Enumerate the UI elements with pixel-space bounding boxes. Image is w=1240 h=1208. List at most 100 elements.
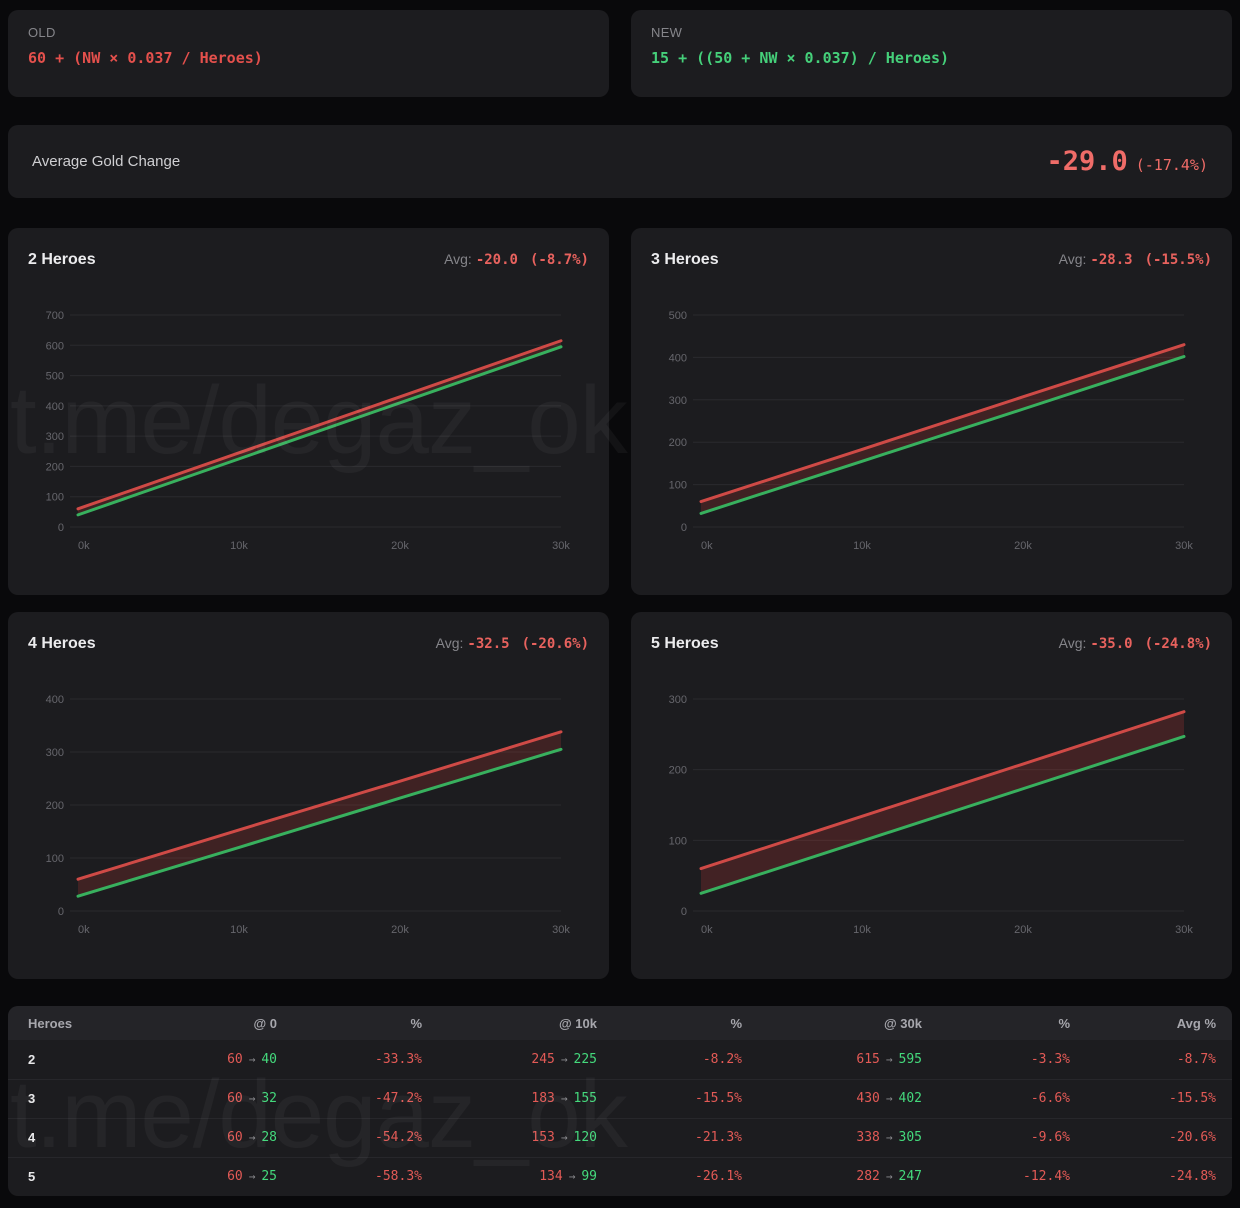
avg-label: Avg:: [1059, 251, 1087, 267]
heroes-count-cell: 4: [8, 1118, 138, 1157]
table-row: 360→32-47.2%183→155-15.5%430→402-6.6%-15…: [8, 1079, 1232, 1118]
new-value: 595: [899, 1052, 922, 1067]
summary-value: -29.0: [1046, 146, 1127, 177]
svg-text:200: 200: [46, 800, 64, 812]
svg-text:300: 300: [669, 694, 687, 706]
percent-value: -58.3%: [375, 1169, 422, 1184]
svg-text:10k: 10k: [230, 540, 248, 552]
svg-text:20k: 20k: [1014, 924, 1032, 936]
chart-avg: Avg:-32.5(-20.6%): [436, 635, 589, 652]
svg-text:0: 0: [681, 522, 687, 534]
chart-avg: Avg:-28.3(-15.5%): [1059, 251, 1212, 268]
arrow-icon: →: [249, 1170, 256, 1183]
svg-text:0: 0: [58, 906, 64, 918]
col-avg-pct: Avg %: [1086, 1006, 1232, 1040]
avg-percent: (-8.7%): [530, 252, 589, 268]
col-pct-10k: %: [613, 1006, 758, 1040]
pct-30k-cell: -12.4%: [938, 1157, 1086, 1196]
heroes-count-cell: 3: [8, 1079, 138, 1118]
new-formula-label: NEW: [651, 25, 1212, 40]
table-header-row: Heroes @ 0 % @ 10k % @ 30k % Avg %: [8, 1006, 1232, 1040]
chart-title: 2 Heroes: [28, 251, 96, 269]
old-value: 338: [856, 1130, 879, 1145]
new-value: 32: [261, 1091, 277, 1106]
arrow-icon: →: [561, 1053, 568, 1066]
col-pct-0: %: [293, 1006, 438, 1040]
at-30k-cell: 430→402: [758, 1079, 938, 1118]
old-value: 282: [856, 1169, 879, 1184]
svg-text:600: 600: [46, 340, 64, 352]
svg-text:400: 400: [669, 352, 687, 364]
svg-text:300: 300: [46, 431, 64, 443]
avg-pct-cell: -24.8%: [1086, 1157, 1232, 1196]
old-value: 245: [531, 1052, 554, 1067]
svg-text:30k: 30k: [552, 540, 570, 552]
line-chart-3-heroes: 01002003004005000k10k20k30k: [651, 299, 1212, 561]
pct-0-cell: -47.2%: [293, 1079, 438, 1118]
at-30k-cell: 338→305: [758, 1118, 938, 1157]
results-table-panel: Heroes @ 0 % @ 10k % @ 30k % Avg % 260→4…: [8, 1006, 1232, 1196]
at-0-cell: 60→25: [138, 1157, 293, 1196]
col-pct-30k: %: [938, 1006, 1086, 1040]
svg-text:20k: 20k: [391, 540, 409, 552]
chart-title: 3 Heroes: [651, 251, 719, 269]
percent-value: -20.6%: [1169, 1130, 1216, 1145]
col-at-10k: @ 10k: [438, 1006, 613, 1040]
new-value: 25: [261, 1169, 277, 1184]
chart-title: 5 Heroes: [651, 635, 719, 653]
at-30k-cell: 615→595: [758, 1040, 938, 1079]
line-chart-4-heroes: 01002003004000k10k20k30k: [28, 683, 589, 945]
new-value: 40: [261, 1052, 277, 1067]
heroes-count-cell: 2: [8, 1040, 138, 1079]
pct-30k-cell: -3.3%: [938, 1040, 1086, 1079]
new-value: 225: [574, 1052, 597, 1067]
arrow-icon: →: [249, 1092, 256, 1105]
avg-value: -35.0: [1090, 636, 1132, 652]
avg-label: Avg:: [444, 251, 472, 267]
chart-title: 4 Heroes: [28, 635, 96, 653]
percent-value: -21.3%: [695, 1130, 742, 1145]
svg-text:100: 100: [46, 853, 64, 865]
line-chart-2-heroes: 01002003004005006007000k10k20k30k: [28, 299, 589, 561]
svg-text:200: 200: [46, 461, 64, 473]
old-value: 60: [227, 1052, 243, 1067]
at-10k-cell: 134→99: [438, 1157, 613, 1196]
summary-percent: (-17.4%): [1136, 156, 1208, 174]
svg-text:30k: 30k: [1175, 924, 1193, 936]
chart-panel-2-heroes: 2 Heroes Avg:-20.0(-8.7%) 01002003004005…: [8, 228, 609, 595]
percent-value: -12.4%: [1023, 1169, 1070, 1184]
avg-percent: (-20.6%): [522, 636, 589, 652]
col-at-0: @ 0: [138, 1006, 293, 1040]
svg-text:500: 500: [46, 371, 64, 383]
table-header: Heroes @ 0 % @ 10k % @ 30k % Avg %: [8, 1006, 1232, 1040]
arrow-icon: →: [561, 1092, 568, 1105]
chart-avg: Avg:-20.0(-8.7%): [444, 251, 589, 268]
avg-pct-cell: -20.6%: [1086, 1118, 1232, 1157]
chart-header: 2 Heroes Avg:-20.0(-8.7%): [28, 251, 589, 269]
new-value: 120: [574, 1130, 597, 1145]
arrow-icon: →: [561, 1131, 568, 1144]
pct-10k-cell: -21.3%: [613, 1118, 758, 1157]
table-row: 560→25-58.3%134→99-26.1%282→247-12.4%-24…: [8, 1157, 1232, 1196]
chart-header: 5 Heroes Avg:-35.0(-24.8%): [651, 635, 1212, 653]
avg-percent: (-15.5%): [1145, 252, 1212, 268]
new-value: 305: [899, 1130, 922, 1145]
at-10k-cell: 183→155: [438, 1079, 613, 1118]
chart-panel-5-heroes: 5 Heroes Avg:-35.0(-24.8%) 01002003000k1…: [631, 612, 1232, 979]
arrow-icon: →: [886, 1092, 893, 1105]
at-0-cell: 60→28: [138, 1118, 293, 1157]
chart-header: 4 Heroes Avg:-32.5(-20.6%): [28, 635, 589, 653]
avg-percent: (-24.8%): [1145, 636, 1212, 652]
percent-value: -47.2%: [375, 1091, 422, 1106]
svg-text:10k: 10k: [853, 540, 871, 552]
svg-text:10k: 10k: [230, 924, 248, 936]
summary-values: -29.0 (-17.4%): [1046, 146, 1208, 177]
old-formula-card: OLD 60 + (NW × 0.037 / Heroes): [8, 10, 609, 97]
svg-text:500: 500: [669, 310, 687, 322]
svg-text:20k: 20k: [1014, 540, 1032, 552]
new-value: 155: [574, 1091, 597, 1106]
new-formula: 15 + ((50 + NW × 0.037) / Heroes): [651, 49, 1212, 67]
pct-30k-cell: -6.6%: [938, 1079, 1086, 1118]
formula-row: OLD 60 + (NW × 0.037 / Heroes) NEW 15 + …: [8, 10, 1232, 97]
svg-text:200: 200: [669, 437, 687, 449]
